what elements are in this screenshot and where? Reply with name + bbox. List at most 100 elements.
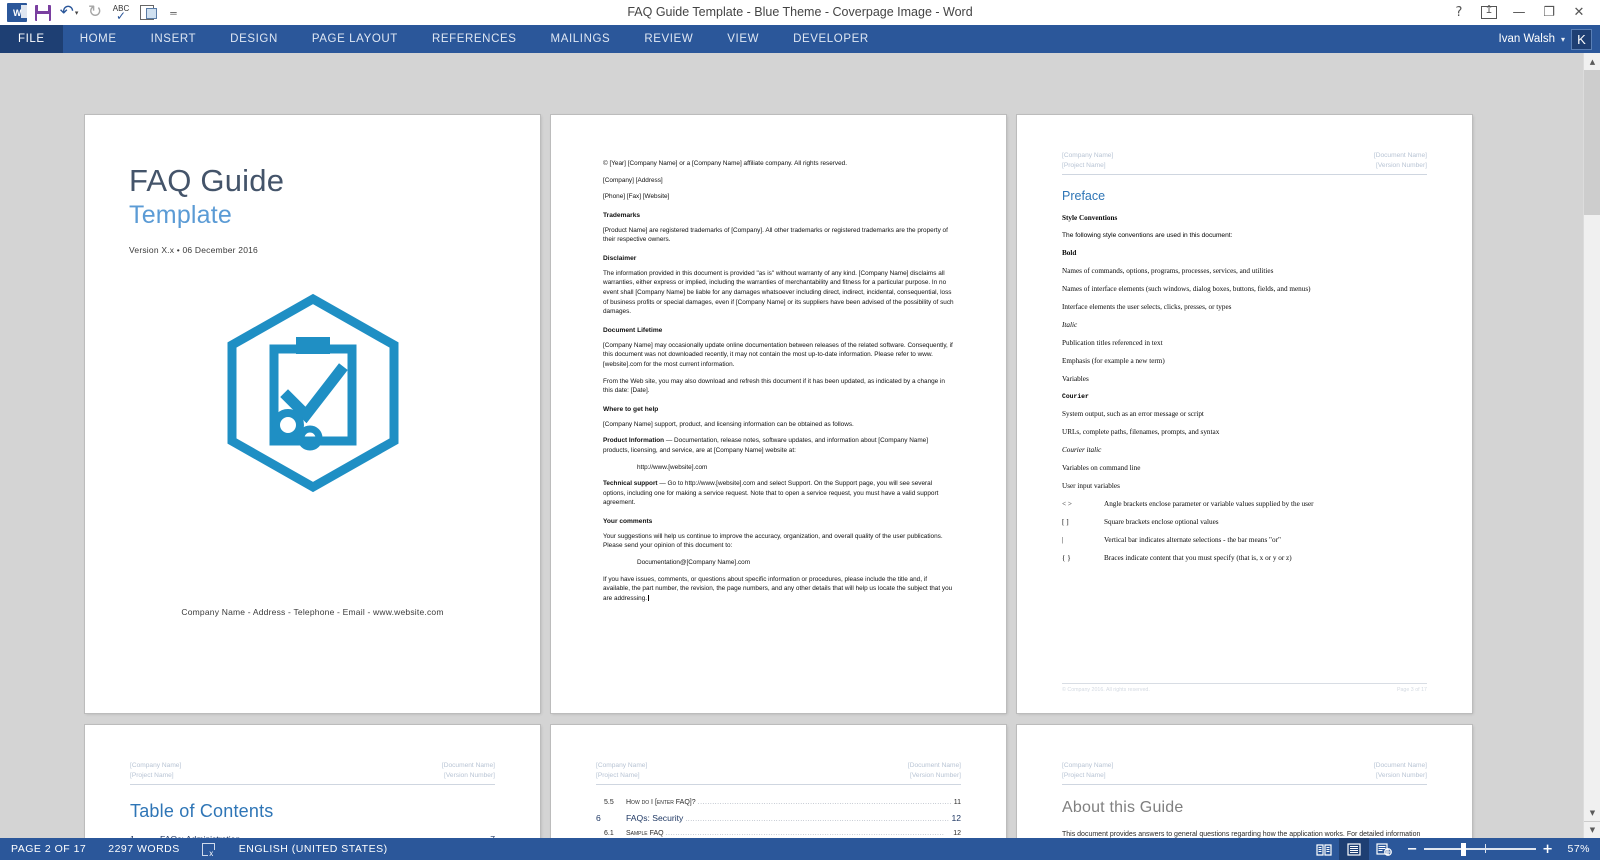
your-comments-email: Documentation@[Company Name].com [637, 559, 751, 567]
toc-page-number: 12 [953, 830, 961, 838]
tab-file[interactable]: FILE [0, 25, 63, 53]
page-thumbnail-grid: FAQ Guide Template Version X.x • 06 Dece… [0, 53, 1583, 860]
footer-copyright: © Company 2016. All rights reserved. [1062, 687, 1150, 693]
status-right-group: − + 57% [1309, 838, 1600, 860]
tab-review[interactable]: REVIEW [627, 25, 710, 53]
header-company-name: [Company Name] [596, 762, 648, 769]
zoom-slider-track[interactable] [1424, 843, 1537, 856]
document-workspace: FAQ Guide Template Version X.x • 06 Dece… [0, 53, 1600, 860]
toc-entry[interactable]: 5.5 How do I [enter FAQ]? ..............… [596, 799, 961, 806]
status-page-info[interactable]: PAGE 2 OF 17 [0, 838, 97, 860]
zoom-out-button[interactable]: − [1407, 843, 1418, 856]
hexagon-clipboard-checkmark-gears-icon [227, 293, 398, 493]
tab-page-layout[interactable]: PAGE LAYOUT [295, 25, 415, 53]
document-page-preface[interactable]: [Company Name] [Project Name] [Document … [1017, 115, 1472, 713]
header-version-number: [Version Number] [444, 772, 495, 780]
symbol-row: | Vertical bar indicates alternate selec… [1062, 536, 1427, 544]
minimize-button[interactable]: — [1504, 0, 1534, 25]
print-preview-button[interactable] [134, 2, 160, 24]
window-title: FAQ Guide Template - Blue Theme - Coverp… [627, 5, 973, 19]
ribbon-display-options-button[interactable] [1474, 0, 1504, 25]
convention-italic-term: Italic [1062, 321, 1078, 330]
toc-entry[interactable]: 6.1 Sample FAQ .........................… [596, 830, 961, 837]
ribbon-display-options-icon [1481, 3, 1497, 19]
preface-content: [Company Name] [Project Name] [Document … [1017, 115, 1472, 713]
product-information-url: http://www.[website].com [637, 463, 708, 471]
undo-icon: ↶ [59, 2, 74, 22]
symbol-description: Angle brackets enclose parameter or vari… [1104, 500, 1314, 509]
vertical-scrollbar[interactable]: ▲ ▼ ▼ [1583, 53, 1600, 838]
account-area[interactable]: Ivan Walsh ▾ K [1499, 25, 1600, 53]
header-document-name: [Document Name] [1373, 152, 1427, 159]
customize-qat-button[interactable]: ═ [160, 2, 186, 24]
cover-version-line: Version X.x • 06 December 2016 [129, 245, 258, 256]
view-read-mode-button[interactable] [1309, 838, 1339, 860]
header-document-name: [Document Name] [441, 762, 495, 769]
close-button[interactable]: ✕ [1564, 0, 1594, 25]
save-button[interactable] [30, 2, 56, 24]
redo-icon: ↻ [87, 2, 103, 22]
your-comments-body-1: Your suggestions will help us continue t… [603, 532, 943, 550]
tab-references[interactable]: REFERENCES [415, 25, 534, 53]
style-conventions-heading: Style Conventions [1062, 214, 1118, 223]
spelling-grammar-button[interactable]: ABC ✓ [108, 2, 134, 24]
save-icon [35, 4, 51, 21]
symbol-row: { } Braces indicate content that you mus… [1062, 554, 1427, 562]
view-print-layout-button[interactable] [1338, 838, 1369, 860]
avatar[interactable]: K [1571, 28, 1592, 50]
scroll-up-button[interactable]: ▲ [1584, 53, 1600, 70]
account-name: Ivan Walsh [1498, 33, 1555, 45]
scroll-down-button[interactable]: ▼ [1584, 804, 1600, 821]
toc-dot-leader: ........................................… [697, 799, 952, 807]
cover-footer: Company Name - Address - Telephone - Ema… [181, 607, 444, 617]
zoom-in-button[interactable]: + [1542, 843, 1553, 856]
toc-text: FAQs: Security [626, 813, 684, 824]
word-app-icon[interactable]: W [4, 2, 30, 24]
your-comments-body-2: If you have issues, comments, or questio… [603, 575, 954, 604]
chevron-down-icon[interactable]: ▾ [1561, 35, 1565, 44]
zoom-slider-group[interactable]: − + [1399, 843, 1562, 856]
document-lifetime-body-1: [Company Name] may occasionally update o… [603, 341, 953, 368]
header-version-number: [Version Number] [1376, 162, 1427, 170]
read-mode-icon [1316, 843, 1332, 856]
status-word-count[interactable]: 2297 WORDS [97, 838, 191, 860]
document-page-legal[interactable]: © [Year] [Company Name] or a [Company Na… [551, 115, 1006, 713]
customize-qat-icon: ═ [170, 7, 177, 18]
toc-page-number: 12 [951, 813, 961, 824]
chevron-down-icon[interactable]: ▾ [75, 9, 79, 17]
status-language[interactable]: ENGLISH (UNITED STATES) [228, 838, 399, 860]
tab-home[interactable]: HOME [63, 25, 134, 53]
toc-entry[interactable]: 6 FAQs: Security .......................… [596, 813, 961, 823]
tab-view[interactable]: VIEW [710, 25, 776, 53]
window-controls: ? — ❐ ✕ [1444, 0, 1600, 25]
toc-text: Sample FAQ [626, 830, 664, 838]
scrollbar-thumb[interactable] [1584, 70, 1600, 215]
view-web-layout-button[interactable] [1369, 838, 1399, 860]
convention-bold-term: Bold [1062, 249, 1077, 258]
help-button[interactable]: ? [1444, 0, 1474, 25]
header-company-name: [Company Name] [1062, 152, 1114, 159]
symbol-glyph: { } [1062, 554, 1071, 563]
tab-developer[interactable]: DEVELOPER [776, 25, 886, 53]
redo-button[interactable]: ↻ [82, 2, 108, 24]
scroll-split-button[interactable]: ▼ [1584, 821, 1600, 838]
title-bar: W ↶ ▾ ↻ ABC ✓ ═ FAQ Guide Template - Blu… [0, 0, 1600, 25]
zoom-level-button[interactable]: 57% [1561, 843, 1600, 855]
tab-design[interactable]: DESIGN [213, 25, 295, 53]
product-information-paragraph: Product Information — Documentation, rel… [603, 436, 954, 455]
page-header: [Company Name] [Project Name] [Document … [596, 761, 961, 786]
tab-insert[interactable]: INSERT [134, 25, 214, 53]
document-page-cover[interactable]: FAQ Guide Template Version X.x • 06 Dece… [85, 115, 540, 713]
zoom-slider-thumb[interactable] [1461, 843, 1467, 856]
undo-button[interactable]: ↶ ▾ [56, 2, 82, 24]
tab-mailings[interactable]: MAILINGS [534, 25, 628, 53]
convention-item: Variables [1062, 375, 1089, 384]
page-header-left: [Company Name] [Project Name] [596, 761, 647, 781]
symbol-description: Square brackets enclose optional values [1104, 518, 1219, 527]
restore-button[interactable]: ❐ [1534, 0, 1564, 25]
proofing-status-button[interactable] [191, 838, 228, 860]
symbol-description: Braces indicate content that you must sp… [1104, 554, 1292, 563]
company-address-line: [Company] [Address] [603, 176, 663, 184]
page-header-right: [Document Name] [Version Number] [1374, 151, 1427, 171]
your-comments-body-2-text: If you have issues, comments, or questio… [603, 575, 953, 602]
